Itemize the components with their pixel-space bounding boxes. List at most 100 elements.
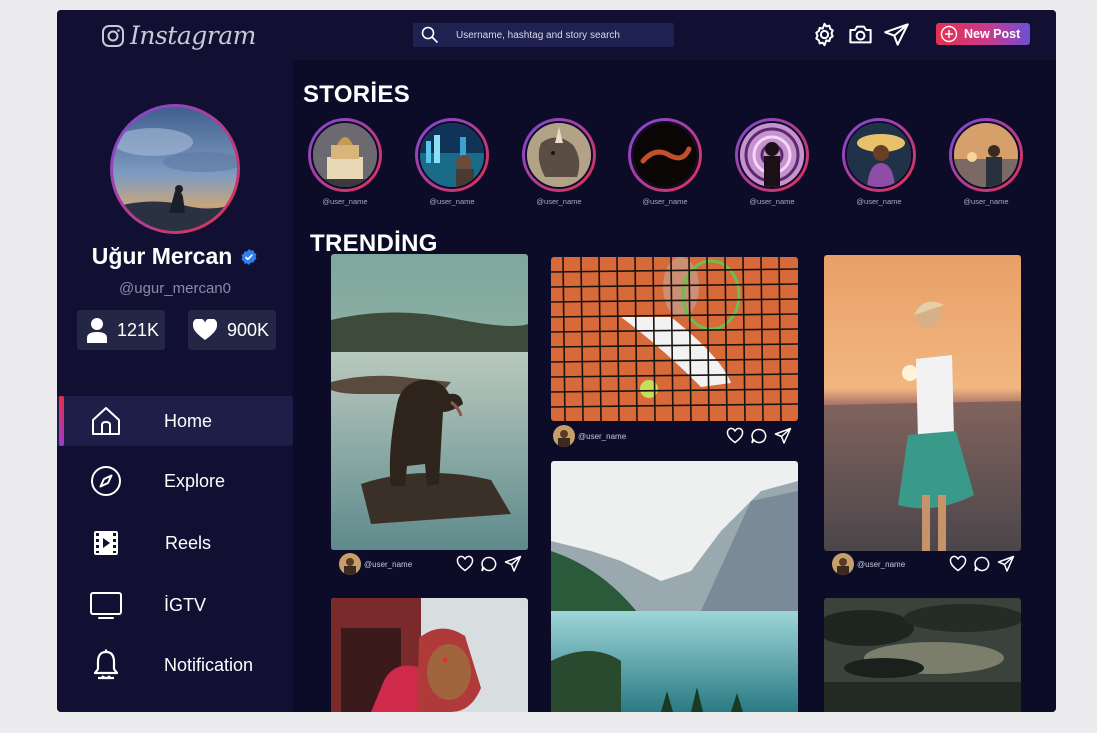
story-username: @user_name xyxy=(429,197,475,206)
logo[interactable]: Instagram xyxy=(101,21,256,50)
story-thumbnail xyxy=(527,123,591,187)
story-thumbnail xyxy=(633,123,697,187)
likes-stat[interactable]: 900K xyxy=(188,310,276,350)
story-username: @user_name xyxy=(963,197,1009,206)
post-image[interactable] xyxy=(824,255,1021,551)
search-icon[interactable] xyxy=(420,25,440,45)
followers-count: 121K xyxy=(117,319,160,340)
likes-count: 900K xyxy=(227,319,270,340)
instagram-logo-icon xyxy=(102,24,124,47)
post-card[interactable]: @user_name xyxy=(551,257,798,449)
post-username[interactable]: @user_name xyxy=(364,560,412,569)
story-username: @user_name xyxy=(322,197,368,206)
nav-item-notification[interactable]: Notification xyxy=(57,640,293,690)
comment-icon[interactable] xyxy=(973,555,991,573)
post-footer: @user_name xyxy=(824,551,1021,577)
new-post-label: New Post xyxy=(964,27,1021,41)
post-image[interactable] xyxy=(331,254,528,550)
logo-text: Instagram xyxy=(130,21,256,50)
profile-name: Uğur Mercan xyxy=(57,243,293,270)
verified-badge-icon xyxy=(241,248,257,265)
nav-item-home[interactable]: Home xyxy=(57,396,293,446)
nav-item-explore[interactable]: Explore xyxy=(57,456,293,506)
post-card[interactable] xyxy=(331,598,528,712)
send-icon[interactable] xyxy=(883,21,910,48)
story-username: @user_name xyxy=(536,197,582,206)
stories-title: STORİES xyxy=(303,81,411,108)
story-item[interactable]: @user_name xyxy=(842,118,916,206)
post-photo-lake xyxy=(551,461,798,712)
search-input[interactable] xyxy=(456,29,656,41)
comment-icon[interactable] xyxy=(480,555,498,573)
comment-icon[interactable] xyxy=(750,427,768,445)
post-footer: @user_name xyxy=(331,551,528,577)
story-item[interactable]: @user_name xyxy=(308,118,382,206)
post-footer: @user_name xyxy=(551,423,798,449)
story-item[interactable]: @user_name xyxy=(949,118,1023,206)
profile-photo xyxy=(113,107,237,231)
profile-handle: @ugur_mercan0 xyxy=(119,280,231,297)
story-username: @user_name xyxy=(642,197,688,206)
story-thumbnail xyxy=(313,123,377,187)
post-photo-tennis xyxy=(551,257,798,421)
share-icon[interactable] xyxy=(774,427,792,445)
main-content: STORİES @user_name @user_name @user_name… xyxy=(293,60,1056,712)
gear-icon[interactable] xyxy=(811,21,838,48)
nav-label-igtv: İGTV xyxy=(164,594,207,615)
story-username: @user_name xyxy=(856,197,902,206)
app-window: Instagram New Post xyxy=(57,10,1056,712)
avatar[interactable] xyxy=(339,553,361,575)
heart-outline-icon[interactable] xyxy=(726,427,744,445)
story-item[interactable]: @user_name xyxy=(415,118,489,206)
new-post-button[interactable]: New Post xyxy=(936,23,1030,45)
profile-avatar[interactable] xyxy=(110,104,240,234)
bell-icon xyxy=(93,649,119,680)
post-card[interactable]: @user_name xyxy=(331,254,528,578)
heart-icon xyxy=(193,319,217,340)
nav-label-explore: Explore xyxy=(164,470,226,491)
plus-circle-icon xyxy=(940,25,958,43)
post-card[interactable] xyxy=(551,461,798,712)
story-item[interactable]: @user_name xyxy=(522,118,596,206)
sidebar: Uğur Mercan @ugur_mercan0 121K 900K Home… xyxy=(57,60,293,712)
reels-icon xyxy=(94,531,118,555)
post-photo-sunset xyxy=(824,255,1021,551)
followers-stat[interactable]: 121K xyxy=(77,310,165,350)
story-thumbnail xyxy=(420,123,484,187)
story-thumbnail xyxy=(740,123,804,187)
post-card[interactable]: @user_name xyxy=(824,255,1021,578)
post-image[interactable] xyxy=(824,598,1021,712)
post-photo-portrait xyxy=(331,598,528,712)
nav-label-notification: Notification xyxy=(164,654,254,675)
nav-label-reels: Reels xyxy=(165,532,212,553)
nav-item-igtv[interactable]: İGTV xyxy=(57,580,293,630)
post-card[interactable] xyxy=(824,598,1021,712)
home-icon xyxy=(92,407,120,435)
avatar[interactable] xyxy=(553,425,575,447)
heart-outline-icon[interactable] xyxy=(949,555,967,573)
share-icon[interactable] xyxy=(997,555,1015,573)
compass-icon xyxy=(91,466,121,496)
story-item[interactable]: @user_name xyxy=(735,118,809,206)
share-icon[interactable] xyxy=(504,555,522,573)
story-thumbnail xyxy=(954,123,1018,187)
heart-outline-icon[interactable] xyxy=(456,555,474,573)
profile-name-text: Uğur Mercan xyxy=(91,243,233,269)
user-icon xyxy=(87,318,107,343)
nav-item-reels[interactable]: Reels xyxy=(57,518,293,568)
camera-icon[interactable] xyxy=(847,21,874,48)
top-bar: Instagram New Post xyxy=(57,10,1056,60)
search-bar[interactable] xyxy=(413,23,674,47)
post-image[interactable] xyxy=(331,598,528,712)
story-username: @user_name xyxy=(749,197,795,206)
post-photo-clouds xyxy=(824,598,1021,712)
post-image[interactable] xyxy=(551,257,798,421)
story-item[interactable]: @user_name xyxy=(628,118,702,206)
post-username[interactable]: @user_name xyxy=(857,560,905,569)
story-thumbnail xyxy=(847,123,911,187)
post-photo-dog xyxy=(331,254,528,550)
post-image[interactable] xyxy=(551,461,798,712)
tv-icon xyxy=(90,592,122,619)
avatar[interactable] xyxy=(832,553,854,575)
post-username[interactable]: @user_name xyxy=(578,432,626,441)
